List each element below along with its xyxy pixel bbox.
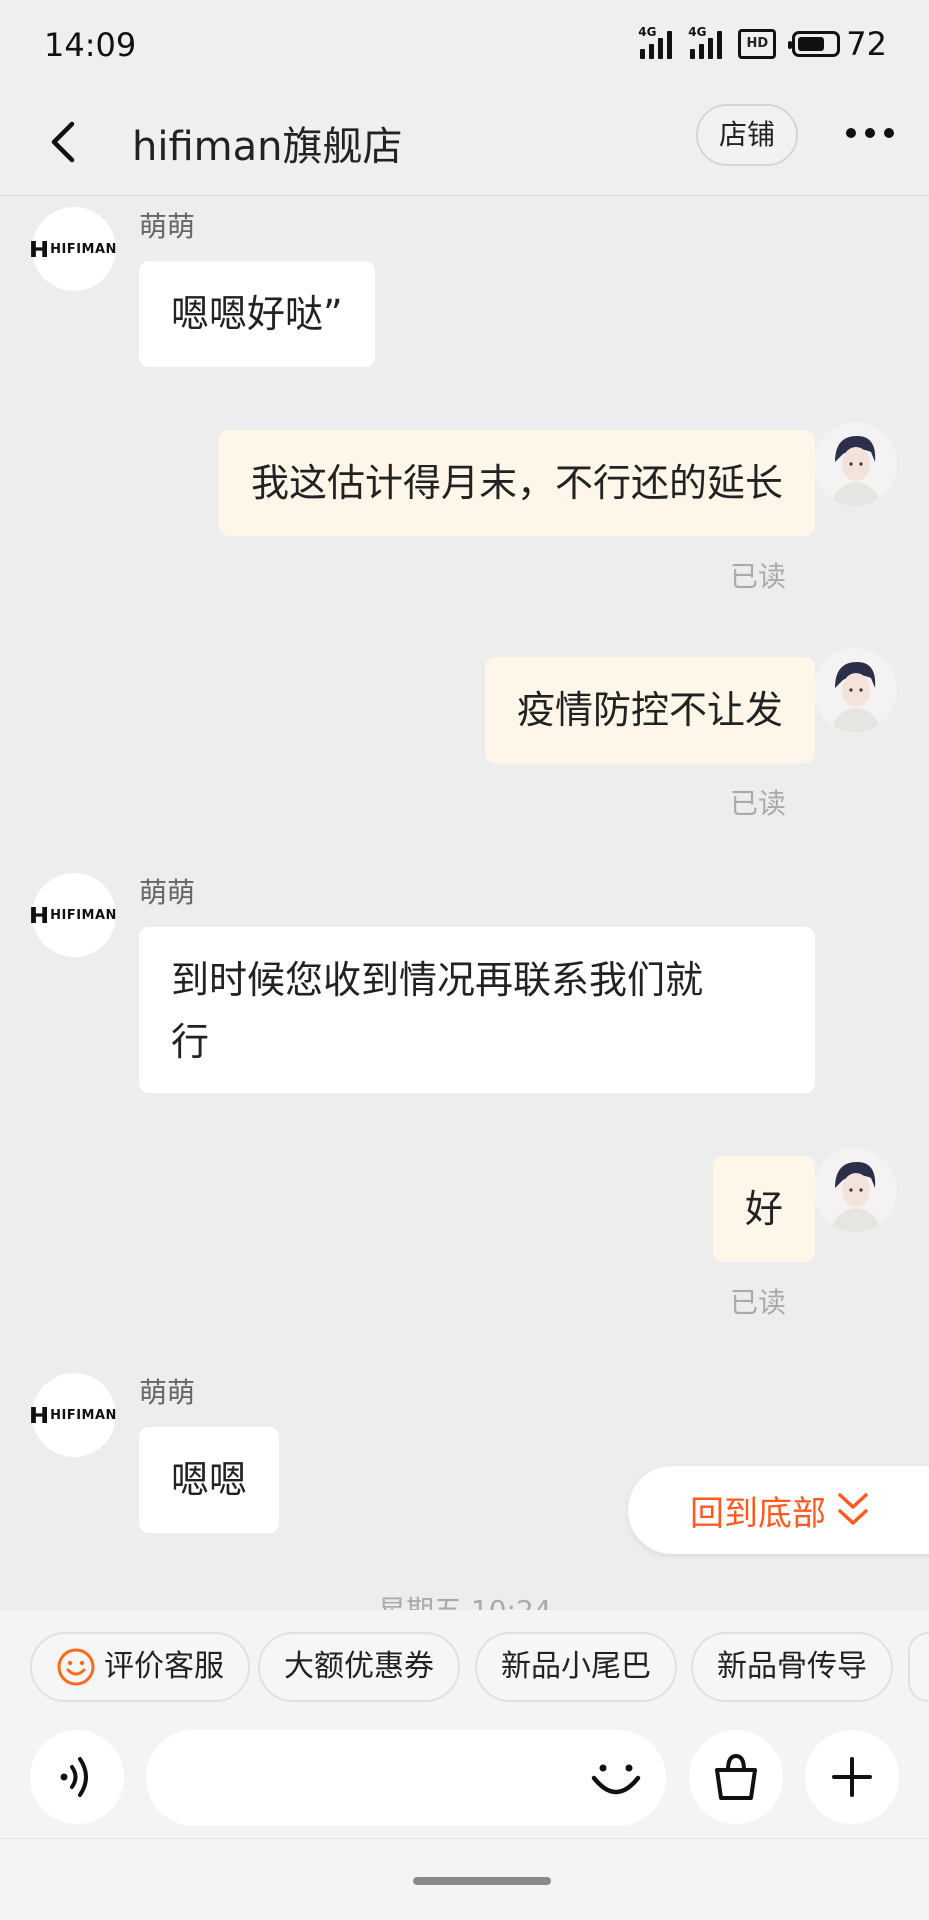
message-bubble[interactable]: 嗯嗯好哒” [139,261,375,367]
sender-name: 萌萌 [139,1376,196,1409]
hifiman-logo: HIFIMAN [31,241,117,257]
message-bubble[interactable]: 嗯嗯 [139,1427,280,1533]
voice-button[interactable] [30,1730,124,1824]
more-dots-icon [846,128,856,138]
quick-reply-rate-service[interactable]: 评价客服 [30,1632,250,1702]
scroll-to-bottom-label: 回到底部 [690,1493,826,1534]
quick-reply-bone-conduction[interactable]: 新品骨传导 [691,1632,893,1702]
message-line: 行 [171,1020,210,1064]
quick-reply-label: 评价客服 [104,1649,224,1684]
user-avatar[interactable] [813,422,897,506]
shopping-bag-icon [715,1753,757,1800]
input-bar [0,1730,929,1838]
quick-reply-coupon[interactable]: 大额优惠券 [258,1632,460,1702]
user-avatar-illustration [831,436,881,506]
hifiman-logo: HIFIMAN [31,1407,117,1423]
signal-type-label: 4G [688,25,707,39]
battery-level: 72 [846,25,887,63]
more-button[interactable] [846,128,894,138]
shop-button[interactable]: 店铺 [696,104,798,166]
message-line: 到时候您收到情况再联系我们就 [171,958,704,1002]
user-avatar-illustration [831,1162,881,1232]
plus-icon [832,1757,872,1797]
double-chevron-down-icon [838,1493,868,1525]
hd-voice-icon: HD [738,29,777,59]
read-status: 已读 [730,1286,787,1319]
quick-reply-more[interactable] [908,1632,929,1702]
read-status: 已读 [730,560,787,593]
read-status: 已读 [730,787,787,820]
signal-type-label: 4G [638,25,657,39]
home-indicator[interactable] [413,1877,551,1885]
shop-avatar[interactable]: HIFIMAN [31,873,117,957]
message-bubble[interactable]: 我这估计得月末，不行还的延长 [218,430,815,536]
chevron-left-icon [51,121,75,163]
sender-name: 萌萌 [139,210,196,243]
gesture-area [0,1838,929,1920]
smile-icon[interactable] [586,1748,646,1808]
sender-name: 萌萌 [139,876,196,909]
battery-indicator: 72 [788,25,887,63]
user-avatar[interactable] [813,648,897,732]
user-avatar-illustration [831,662,881,732]
shop-avatar[interactable]: HIFIMAN [31,1373,117,1457]
hifiman-logo: HIFIMAN [31,907,117,923]
voice-icon [60,1757,88,1797]
user-avatar[interactable] [813,1148,897,1232]
shopping-bag-button[interactable] [689,1730,783,1824]
status-time: 14:09 [44,26,137,64]
message-bubble[interactable]: 到时候您收到情况再联系我们就 行 [139,927,815,1093]
signal-icon: 4G [638,25,673,59]
chat-header: hifiman旗舰店 店铺 [0,92,929,196]
back-button[interactable] [38,112,88,172]
status-icons: 4G 4G HD 72 [638,24,887,64]
scroll-to-bottom-button[interactable]: 回到底部 [628,1466,929,1554]
quick-reply-new-tail[interactable]: 新品小尾巴 [475,1632,677,1702]
smile-icon [57,1648,95,1686]
message-input[interactable] [146,1730,666,1826]
status-bar: 14:09 4G 4G HD 72 [0,0,929,92]
battery-icon [788,31,841,57]
message-bubble[interactable]: 好 [712,1156,815,1262]
message-list[interactable]: HIFIMAN 萌萌 嗯嗯好哒” 我这估计得月末，不行还的延长 已读 疫情防控不… [0,197,929,1610]
date-separator: 星期五 10:24 [378,1589,552,1610]
page-title: hifiman旗舰店 [132,124,403,170]
signal-icon: 4G [688,25,723,59]
shop-avatar[interactable]: HIFIMAN [31,207,117,291]
quick-reply-bar[interactable]: 评价客服 大额优惠券 新品小尾巴 新品骨传导 [0,1610,929,1730]
message-bubble[interactable]: 疫情防控不让发 [484,657,815,763]
more-actions-button[interactable] [805,1730,899,1824]
